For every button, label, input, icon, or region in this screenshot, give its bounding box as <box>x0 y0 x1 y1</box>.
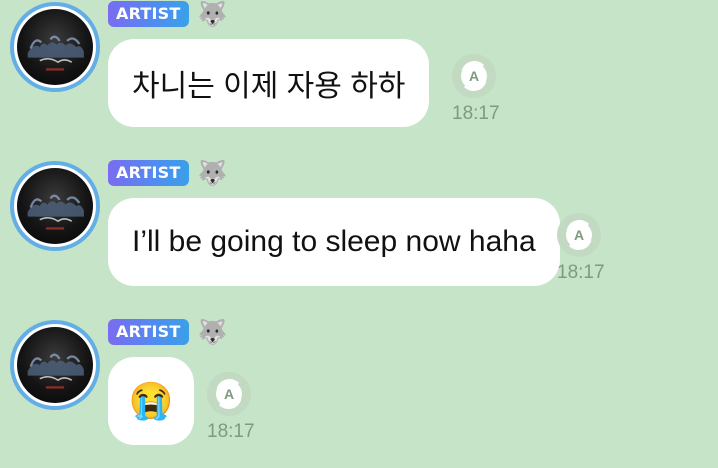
timestamp: 18:17 <box>557 262 605 283</box>
translate-button[interactable]: A <box>452 54 496 98</box>
avatar-image <box>17 9 93 85</box>
timestamp: 18:17 <box>207 421 255 442</box>
sender-row: ARTIST 🐺 <box>108 318 228 346</box>
chat-message: ARTIST 🐺 차니는 이제 자용 하하 A 18:17 <box>0 0 718 150</box>
svg-text:A: A <box>574 227 584 243</box>
message-text: I’ll be going to sleep now haha <box>132 225 536 258</box>
sender-row: ARTIST 🐺 <box>108 159 228 187</box>
crying-face-icon: 😭 <box>128 380 174 421</box>
avatar[interactable] <box>10 161 100 251</box>
avatar[interactable] <box>10 2 100 92</box>
avatar-image <box>17 168 93 244</box>
translate-button[interactable]: A <box>557 213 601 257</box>
svg-text:A: A <box>469 68 479 84</box>
translate-icon: A <box>566 220 592 250</box>
translate-icon: A <box>461 61 487 91</box>
message-text: 차니는 이제 자용 하하 <box>132 70 406 103</box>
artist-badge: ARTIST <box>108 319 189 345</box>
artist-badge: ARTIST <box>108 1 189 27</box>
sender-row: ARTIST 🐺 <box>108 0 228 28</box>
avatar-image <box>17 327 93 403</box>
chat-thread: ARTIST 🐺 차니는 이제 자용 하하 A 18:17 ARTIST 🐺 I… <box>0 0 718 468</box>
chat-message: ARTIST 🐺 I’ll be going to sleep now haha… <box>0 159 718 309</box>
wolf-icon: 🐺 <box>197 0 228 28</box>
artist-badge: ARTIST <box>108 160 189 186</box>
timestamp: 18:17 <box>452 103 500 124</box>
wolf-icon: 🐺 <box>197 159 228 187</box>
message-bubble[interactable]: 차니는 이제 자용 하하 <box>108 39 430 127</box>
message-bubble[interactable]: 😭 <box>108 357 194 445</box>
chat-message: ARTIST 🐺 😭 A 18:17 <box>0 318 718 468</box>
translate-button[interactable]: A <box>207 372 251 416</box>
avatar[interactable] <box>10 320 100 410</box>
svg-text:A: A <box>224 386 234 402</box>
wolf-icon: 🐺 <box>197 318 228 346</box>
message-bubble[interactable]: I’ll be going to sleep now haha <box>108 198 560 286</box>
translate-icon: A <box>216 379 242 409</box>
